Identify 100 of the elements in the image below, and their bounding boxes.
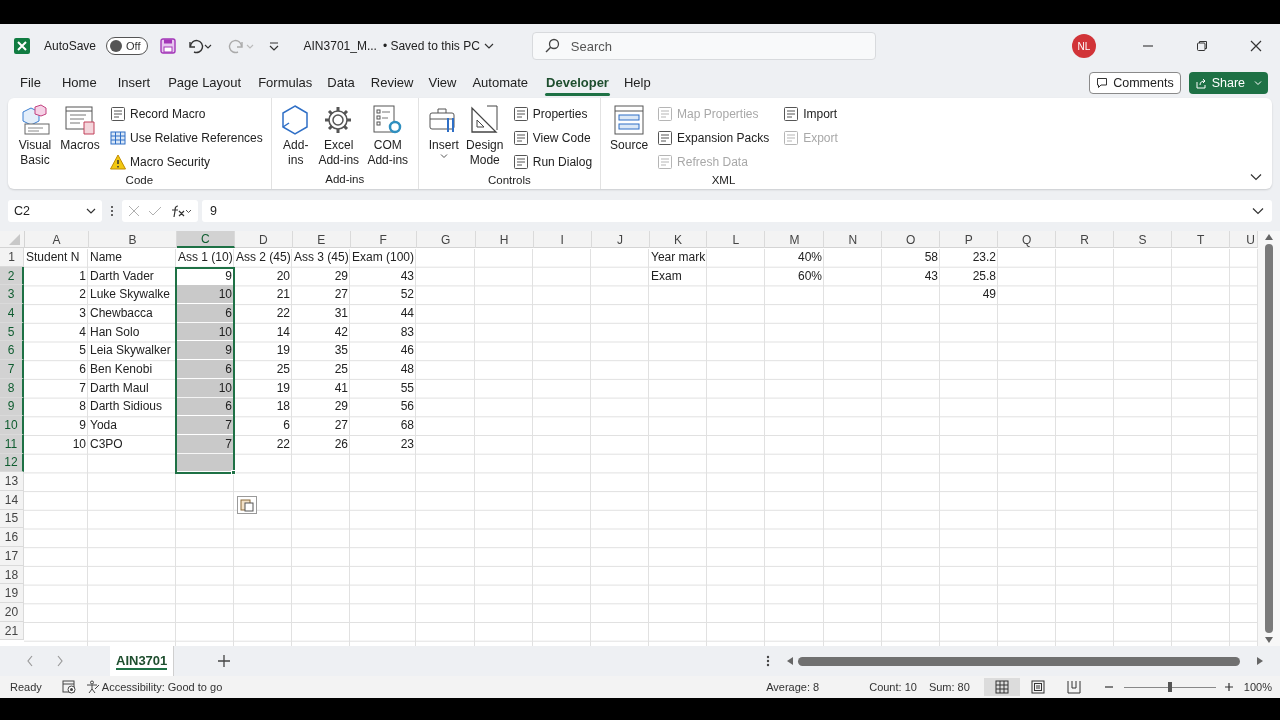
column-header[interactable]: D <box>234 231 293 248</box>
menu-tab[interactable]: Help <box>617 68 657 98</box>
column-header[interactable]: L <box>707 231 766 248</box>
menu-tab[interactable]: Review <box>362 68 422 98</box>
ribbon-button[interactable]: Use Relative References <box>110 128 263 148</box>
scrollbar-thumb[interactable] <box>798 656 1240 666</box>
search-field[interactable]: Search <box>531 32 876 60</box>
column-header[interactable]: K <box>649 231 708 248</box>
avatar[interactable]: NL <box>1072 34 1096 58</box>
scrollbar-thumb[interactable] <box>1265 244 1273 633</box>
row-header[interactable]: 13 <box>0 472 24 491</box>
autosave-toggle[interactable]: Off <box>106 37 148 55</box>
table-cell-text: 68 <box>400 417 414 435</box>
ribbon-button[interactable]: Import <box>783 104 838 124</box>
column-header[interactable]: F <box>350 231 417 248</box>
paste-options-icon[interactable] <box>237 496 257 515</box>
macro-record-icon[interactable] <box>61 680 76 694</box>
table-cell-text: 10 <box>218 379 232 397</box>
selected-cell[interactable] <box>176 453 234 472</box>
table-cell-text: 10 <box>218 286 232 304</box>
column-header[interactable]: R <box>1056 231 1115 248</box>
column-header[interactable]: S <box>1114 231 1173 248</box>
ribbon-button[interactable]: View Code <box>512 128 593 148</box>
save-icon[interactable] <box>159 38 176 54</box>
save-status-button[interactable]: • Saved to this PC <box>382 37 494 55</box>
slider-thumb[interactable] <box>1167 682 1172 692</box>
column-header[interactable]: P <box>940 231 999 248</box>
menu-tab[interactable]: Home <box>48 68 110 98</box>
ribbon-button[interactable]: Excel Add-ins <box>315 104 362 171</box>
view-button[interactable] <box>983 678 1020 696</box>
share-button[interactable]: Share <box>1188 72 1268 94</box>
column-header[interactable]: G <box>416 231 476 248</box>
row-header[interactable]: 1 <box>0 248 24 267</box>
row-header[interactable]: 16 <box>0 528 24 547</box>
ribbon-button[interactable]: Macro Security <box>110 152 263 172</box>
ribbon-button[interactable]: Design Mode <box>464 104 505 172</box>
insert-function-icon[interactable] <box>170 204 192 218</box>
menu-tab[interactable]: Data <box>319 68 363 98</box>
row-header[interactable]: 20 <box>0 603 24 622</box>
chevron-down-icon[interactable] <box>1250 173 1262 181</box>
horizontal-scrollbar[interactable] <box>786 654 1264 668</box>
column-header[interactable]: N <box>824 231 883 248</box>
ribbon-button[interactable]: Record Macro <box>110 104 263 124</box>
column-header[interactable]: A <box>25 231 89 248</box>
column-header[interactable]: E <box>292 231 351 248</box>
restore-icon[interactable] <box>1196 40 1208 52</box>
menu-tab[interactable]: Automate <box>463 68 538 98</box>
group-label: Add-ins <box>324 172 366 187</box>
zoom-slider[interactable] <box>1123 682 1216 692</box>
table-icon <box>613 104 646 136</box>
check-icon[interactable] <box>148 205 162 217</box>
menu-tab[interactable]: Developer <box>537 68 618 98</box>
more-icon[interactable] <box>766 654 770 668</box>
column-header[interactable]: M <box>765 231 825 248</box>
zoom-level[interactable]: 100% <box>1243 678 1272 696</box>
ribbon-button[interactable]: Macros <box>58 104 102 172</box>
row-header[interactable]: 7 <box>0 360 24 379</box>
menu-tab[interactable]: Insert <box>109 68 159 98</box>
row-header[interactable]: 17 <box>0 547 24 566</box>
column-header[interactable]: C <box>176 231 235 248</box>
checklist-gear-icon <box>371 104 404 136</box>
ribbon-button[interactable]: Visual Basic <box>16 104 54 172</box>
fill-handle[interactable] <box>231 470 236 476</box>
row-header[interactable]: 4 <box>0 304 24 323</box>
column-header[interactable]: H <box>475 231 534 248</box>
menu-tab[interactable]: View <box>421 68 464 98</box>
column-header[interactable]: B <box>88 231 177 248</box>
add-sheet-icon[interactable] <box>218 655 231 667</box>
menu-tab[interactable]: File <box>12 68 49 98</box>
ribbon-button[interactable]: Insert <box>426 104 461 172</box>
close-icon[interactable] <box>1250 40 1262 52</box>
menu-tab[interactable]: Formulas <box>251 68 320 98</box>
row-header[interactable]: 6 <box>0 341 24 361</box>
ribbon-button[interactable]: Run Dialog <box>512 152 593 172</box>
ribbon-button[interactable]: Properties <box>512 104 593 124</box>
ribbon-button[interactable]: Expansion Packs <box>657 128 770 148</box>
accessibility-button[interactable]: Accessibility: Good to go <box>85 678 223 696</box>
sheet-tab[interactable]: AIN3701 <box>110 646 174 676</box>
ribbon-button[interactable]: Source <box>609 104 650 172</box>
group-label: XML <box>710 173 737 188</box>
table-cell-text: 22 <box>276 304 290 322</box>
row-header[interactable]: 10 <box>0 416 24 435</box>
formula-input[interactable]: 9 <box>202 200 1272 222</box>
comment-icon <box>1096 77 1109 89</box>
ribbon-button[interactable]: Add-ins <box>279 104 312 171</box>
column-header[interactable]: O <box>882 231 941 248</box>
menu-tab[interactable]: Page Layout <box>158 68 252 98</box>
ribbon-button[interactable]: COM Add-ins <box>365 104 410 171</box>
name-box[interactable]: C2 <box>8 200 102 222</box>
row-header[interactable]: 19 <box>0 584 24 604</box>
comments-button[interactable]: Comments <box>1089 72 1181 94</box>
column-header[interactable]: T <box>1172 231 1231 248</box>
column-header[interactable]: I <box>533 231 592 248</box>
row-header[interactable]: 3 <box>0 285 24 305</box>
vertical-scrollbar[interactable] <box>1258 231 1280 646</box>
column-header[interactable]: Q <box>998 231 1057 248</box>
column-header[interactable]: J <box>591 231 650 248</box>
zoom-in-icon[interactable] <box>1223 682 1234 692</box>
table-cell-text: 26 <box>334 435 348 453</box>
customize-icon[interactable] <box>267 40 280 52</box>
